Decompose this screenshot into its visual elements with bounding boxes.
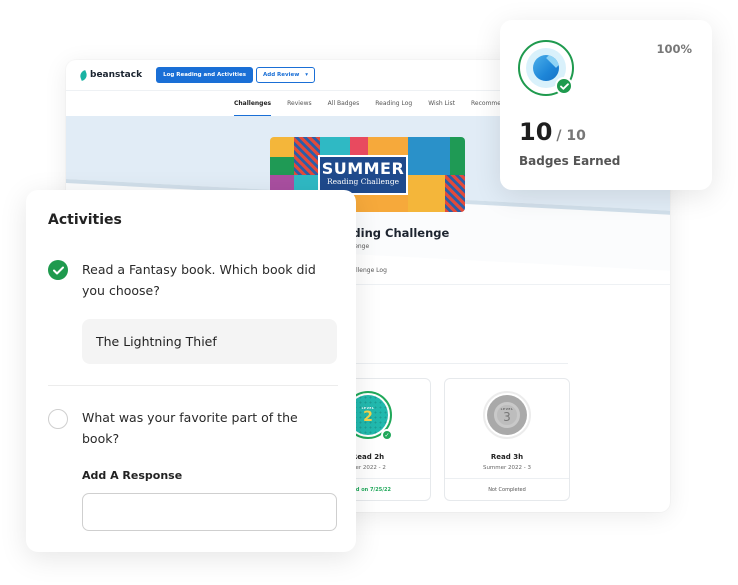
- badge-card[interactable]: LEVEL 3 Read 3h Summer 2022 - 3 Not Comp…: [444, 378, 570, 501]
- banner-subtitle: Reading Challenge: [326, 177, 400, 186]
- badges-earned-label: Badges Earned: [519, 154, 621, 168]
- activity-question: What was your favorite part of the book?: [82, 410, 298, 446]
- total-number: / 10: [556, 128, 586, 144]
- brand-name: beanstack: [90, 70, 143, 80]
- earned-number: 10: [519, 118, 553, 146]
- log-reading-button[interactable]: Log Reading and Activities: [156, 67, 253, 83]
- banner-label: SUMMER Reading Challenge: [318, 155, 408, 195]
- check-icon: ✓: [381, 429, 393, 441]
- nav-reviews[interactable]: Reviews: [279, 91, 320, 117]
- check-icon: [555, 77, 573, 95]
- response-input[interactable]: [82, 493, 337, 531]
- badge-subtitle: Summer 2022 - 3: [482, 465, 532, 471]
- add-review-button[interactable]: Add Review ▾: [256, 67, 316, 83]
- banner-title: SUMMER: [321, 159, 405, 178]
- progress-percent: 100%: [656, 42, 692, 56]
- badges-earned-card: 100% 10/ 10 Badges Earned: [500, 20, 712, 190]
- activity-divider: [48, 385, 338, 386]
- nav-all-badges[interactable]: All Badges: [320, 91, 368, 117]
- beanstack-logo[interactable]: beanstack: [78, 69, 143, 81]
- badge-status: Not Completed: [445, 478, 569, 501]
- level-3-badge-icon: LEVEL 3: [483, 391, 531, 439]
- badge-level-number: 3: [503, 410, 511, 424]
- activities-title: Activities: [48, 212, 122, 228]
- activity-question: Read a Fantasy book. Which book did you …: [82, 262, 316, 298]
- leaf-icon: [78, 69, 89, 81]
- nav-reading-log[interactable]: Reading Log: [367, 91, 420, 117]
- nav-challenges[interactable]: Challenges: [226, 91, 279, 117]
- add-review-label: Add Review: [263, 72, 300, 78]
- nav-wish-list[interactable]: Wish List: [420, 91, 463, 117]
- incomplete-circle-icon[interactable]: [48, 409, 68, 429]
- badge-name: Read 3h: [490, 453, 524, 461]
- activities-card: Activities Read a Fantasy book. Which bo…: [26, 190, 356, 552]
- chevron-down-icon: ▾: [305, 72, 309, 78]
- activity-answer: The Lightning Thief: [82, 319, 337, 364]
- badge-level-number: 2: [363, 409, 373, 425]
- badges-earned-count: 10/ 10: [519, 118, 586, 146]
- check-circle-icon[interactable]: [48, 260, 68, 280]
- sticker-icon: [533, 55, 559, 81]
- response-label: Add A Response: [82, 469, 183, 482]
